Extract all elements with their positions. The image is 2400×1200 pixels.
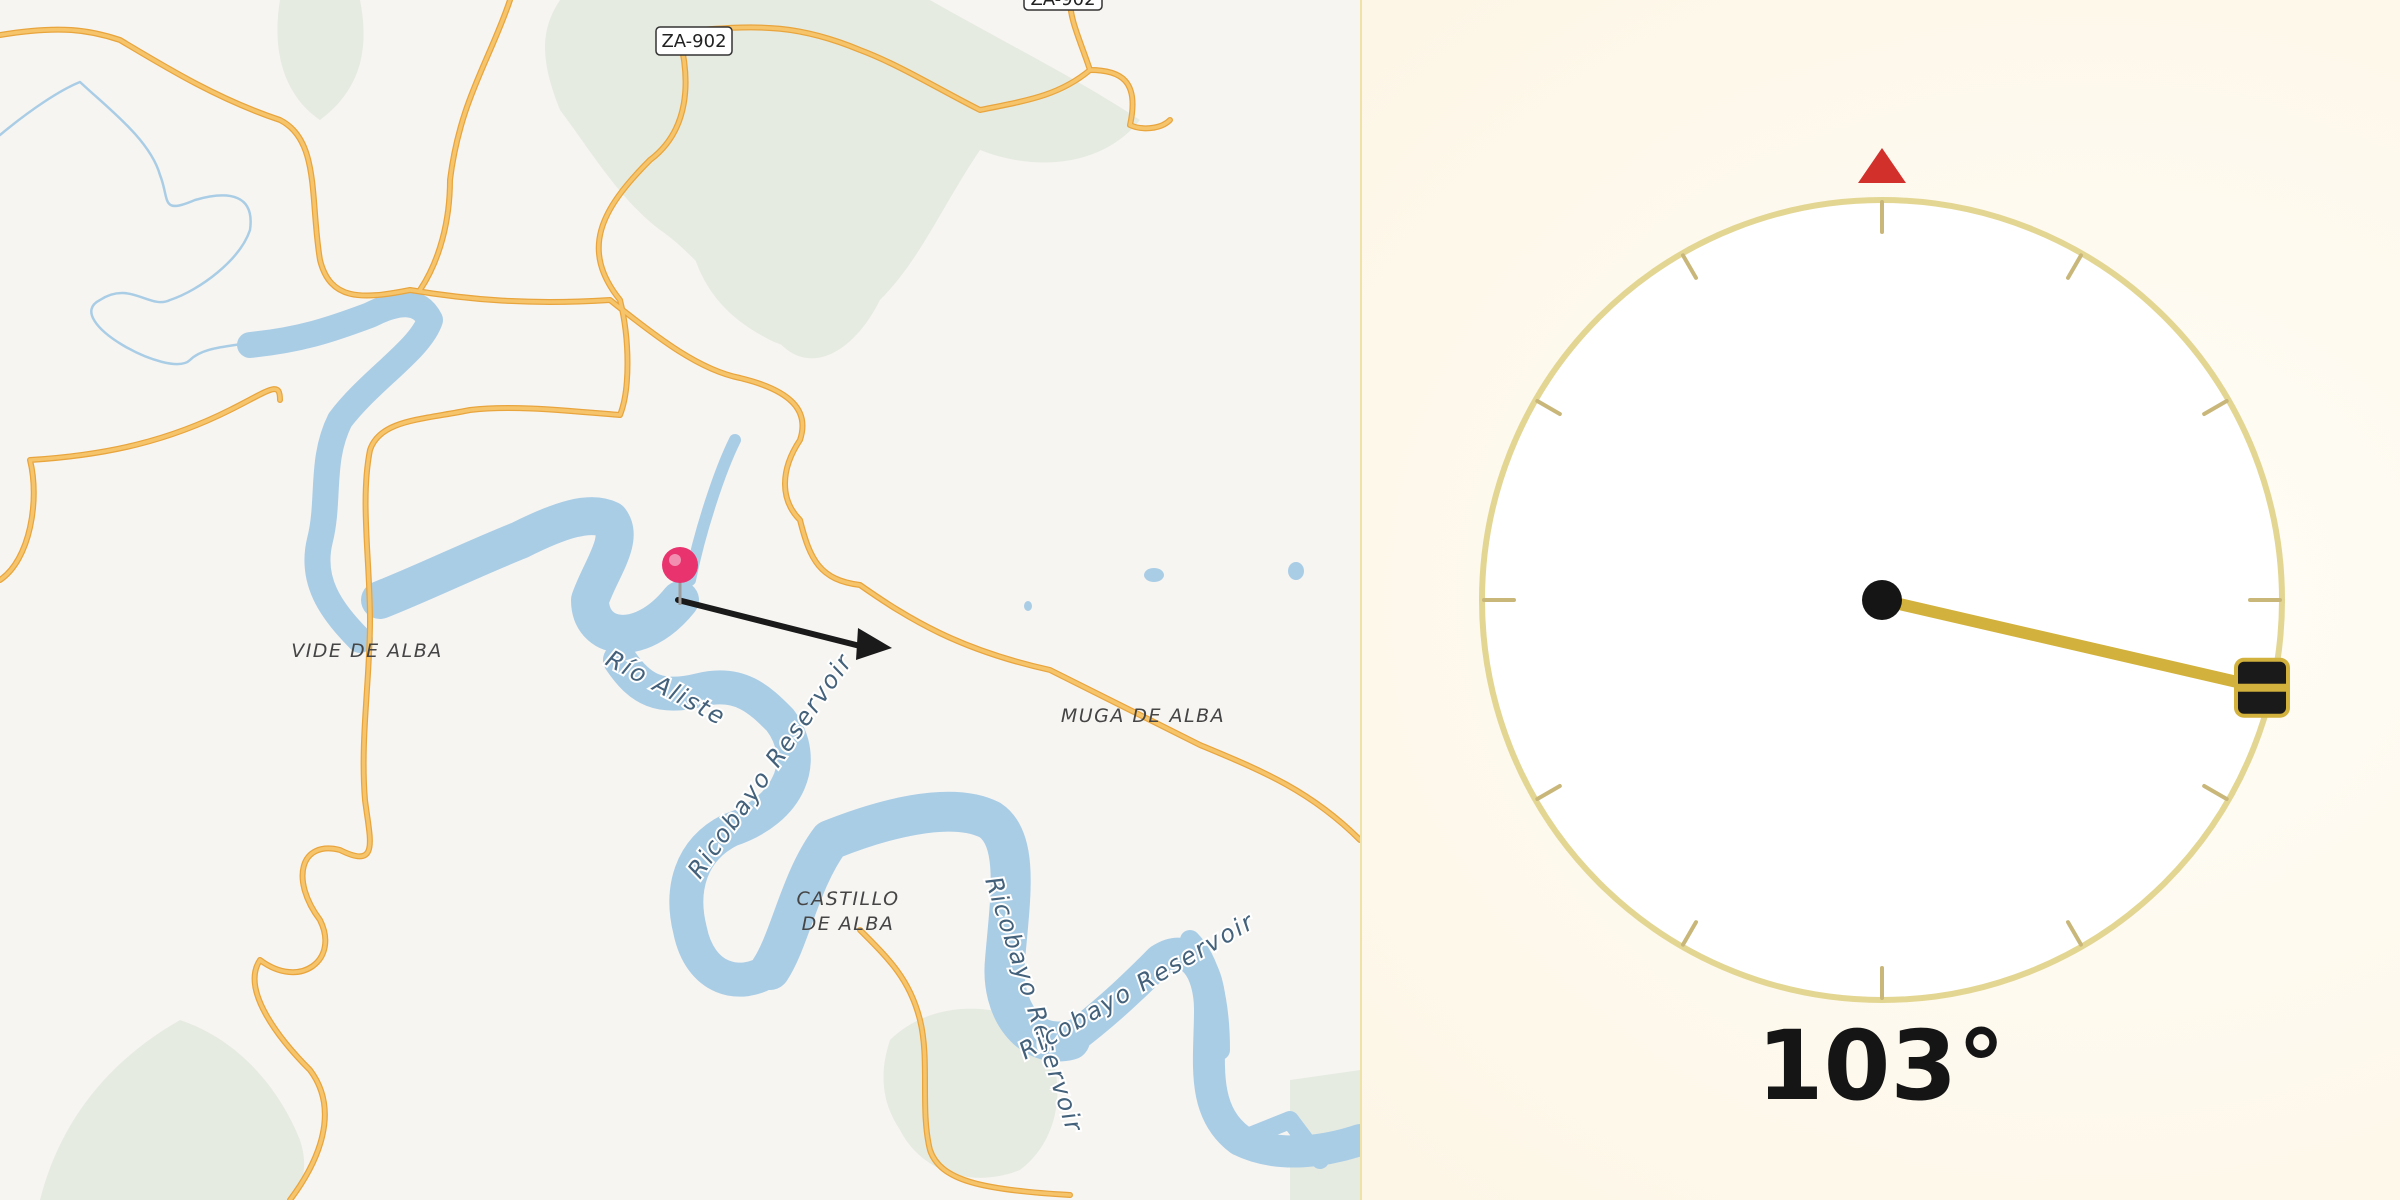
compass-panel: 103° — [1362, 0, 2400, 1200]
place-label-castillo-de-alba-line2: DE ALBA — [802, 913, 895, 935]
road-shield-label: ZA-902 — [661, 31, 726, 52]
place-label-muga-de-alba: MUGA DE ALBA — [1061, 705, 1225, 727]
north-marker-icon — [1858, 148, 1906, 183]
map-canvas: ZA-902 ZA-902 VIDE DE ALBA MUGA DE ALBA … — [0, 0, 1360, 1200]
compass-dial — [1479, 148, 2291, 1003]
needle-handle-icon[interactable] — [2234, 657, 2291, 718]
heading-readout: 103° — [1756, 1010, 2006, 1122]
direction-arrow-icon — [675, 597, 892, 660]
road-shield-za902-a: ZA-902 — [655, 26, 733, 56]
place-label-vide-de-alba: VIDE DE ALBA — [291, 640, 443, 662]
map-view[interactable]: ZA-902 ZA-902 VIDE DE ALBA MUGA DE ALBA … — [0, 0, 1362, 1200]
road-shield-label: ZA-902 — [1030, 0, 1095, 10]
place-label-castillo-de-alba-line1: CASTILLO — [796, 888, 899, 910]
road-shield-za902-b: ZA-902 — [1023, 0, 1103, 11]
vegetation-areas — [40, 0, 1360, 1200]
compass-hub — [1862, 580, 1902, 620]
